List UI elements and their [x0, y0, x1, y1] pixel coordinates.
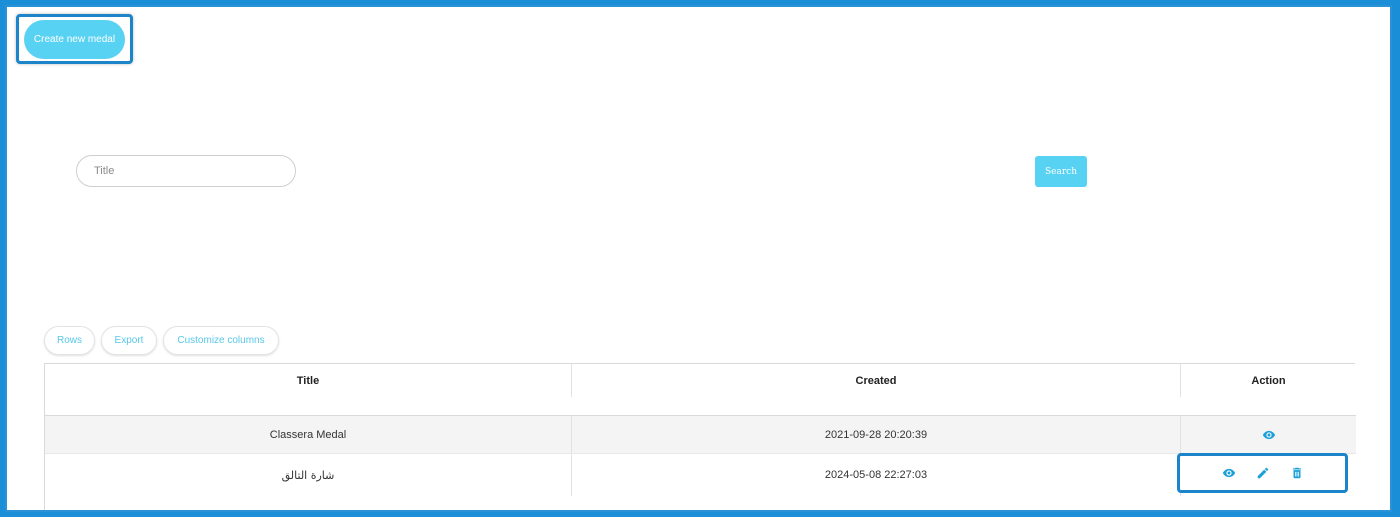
export-button[interactable]: Export — [101, 326, 157, 355]
medals-table: Title Created Action Classera Medal 2021… — [44, 363, 1356, 510]
table-row: Classera Medal 2021-09-28 20:20:39 — [45, 416, 1356, 454]
rows-button[interactable]: Rows — [44, 326, 95, 355]
table-header: Title Created Action — [45, 364, 1356, 397]
create-highlight: Create new medal — [16, 14, 133, 64]
cell-actions — [1181, 416, 1356, 453]
eye-icon[interactable] — [1222, 466, 1236, 480]
trash-icon[interactable] — [1290, 466, 1304, 480]
cell-title: شارة التالق — [45, 454, 572, 496]
title-search-input[interactable] — [76, 155, 296, 187]
row-actions-highlight — [1177, 453, 1348, 493]
column-header-created[interactable]: Created — [572, 364, 1181, 397]
pencil-icon[interactable] — [1256, 466, 1270, 480]
column-header-action: Action — [1251, 374, 1286, 387]
page-frame: Create new medal Search Rows Export Cust… — [5, 5, 1392, 512]
cell-title: Classera Medal — [45, 416, 572, 453]
table-filter-row — [45, 397, 1356, 416]
table-row: شارة التالق 2024-05-08 22:27:03 — [45, 454, 1356, 496]
column-header-title[interactable]: Title — [45, 364, 572, 397]
create-medal-button[interactable]: Create new medal — [24, 20, 125, 59]
cell-created: 2021-09-28 20:20:39 — [572, 416, 1181, 453]
search-button[interactable]: Search — [1035, 156, 1087, 187]
customize-columns-button[interactable]: Customize columns — [163, 326, 279, 355]
eye-icon[interactable] — [1262, 428, 1276, 442]
cell-created: 2024-05-08 22:27:03 — [572, 454, 1181, 496]
